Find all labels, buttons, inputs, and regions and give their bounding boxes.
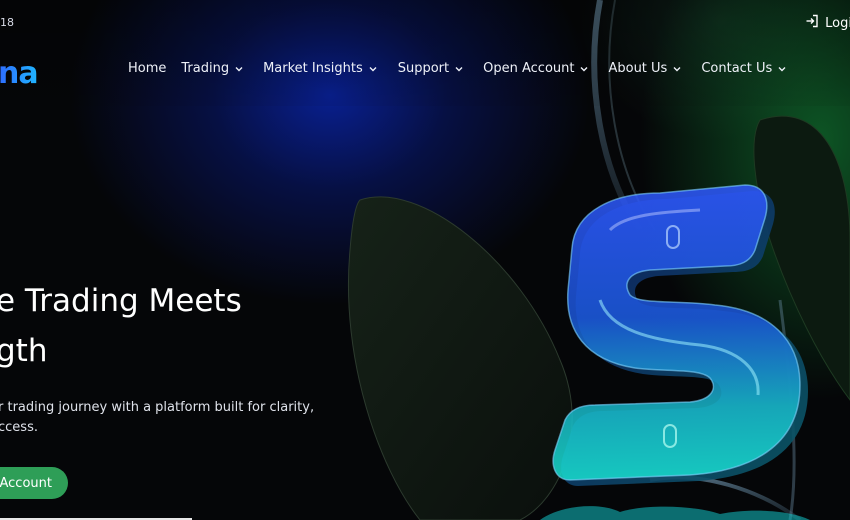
hero-title-line-2: gth — [0, 333, 48, 369]
chevron-down-icon — [778, 66, 786, 71]
chevron-down-icon — [369, 66, 377, 71]
login-label: Logi — [825, 15, 850, 31]
nav-item-label: Contact Us — [701, 61, 773, 76]
header — [0, 0, 850, 106]
nav-item-label: Trading — [181, 61, 230, 76]
hero-description-line-1: r trading journey with a platform built … — [0, 400, 315, 415]
nav-item-contact-us[interactable]: Contact Us — [701, 61, 787, 76]
nav-item-open-account[interactable]: Open Account — [483, 61, 589, 76]
hero-description: r trading journey with a platform built … — [0, 398, 328, 438]
hero-description-line-2: ccess. — [0, 420, 38, 435]
nav-item-about-us[interactable]: About Us — [608, 61, 682, 76]
login-link[interactable]: Logi — [805, 14, 850, 32]
chevron-down-icon — [455, 66, 463, 71]
hero-title: e Trading Meets gth — [0, 276, 396, 376]
main-nav: Home Trading Market Insights Support Ope… — [128, 61, 787, 76]
chevron-down-icon — [580, 66, 588, 71]
nav-item-support[interactable]: Support — [398, 61, 464, 76]
nav-item-label: Support — [397, 61, 450, 76]
brand-logo[interactable]: na — [0, 56, 39, 91]
nav-item-trading[interactable]: Trading — [181, 61, 244, 76]
nav-item-label: About Us — [608, 61, 668, 76]
topbar-contact-text: 18 — [0, 16, 14, 29]
open-account-button[interactable]: Account — [0, 467, 68, 499]
nav-item-home[interactable]: Home — [128, 61, 166, 76]
open-account-button-label: Account — [0, 475, 52, 491]
nav-item-label: Home — [128, 61, 167, 76]
chevron-down-icon — [673, 66, 681, 71]
nav-item-label: Open Account — [483, 61, 575, 76]
chevron-down-icon — [235, 66, 243, 71]
login-icon — [805, 14, 819, 32]
nav-item-label: Market Insights — [263, 61, 363, 76]
nav-item-market-insights[interactable]: Market Insights — [263, 61, 378, 76]
hero-title-line-1: e Trading Meets — [0, 283, 242, 319]
